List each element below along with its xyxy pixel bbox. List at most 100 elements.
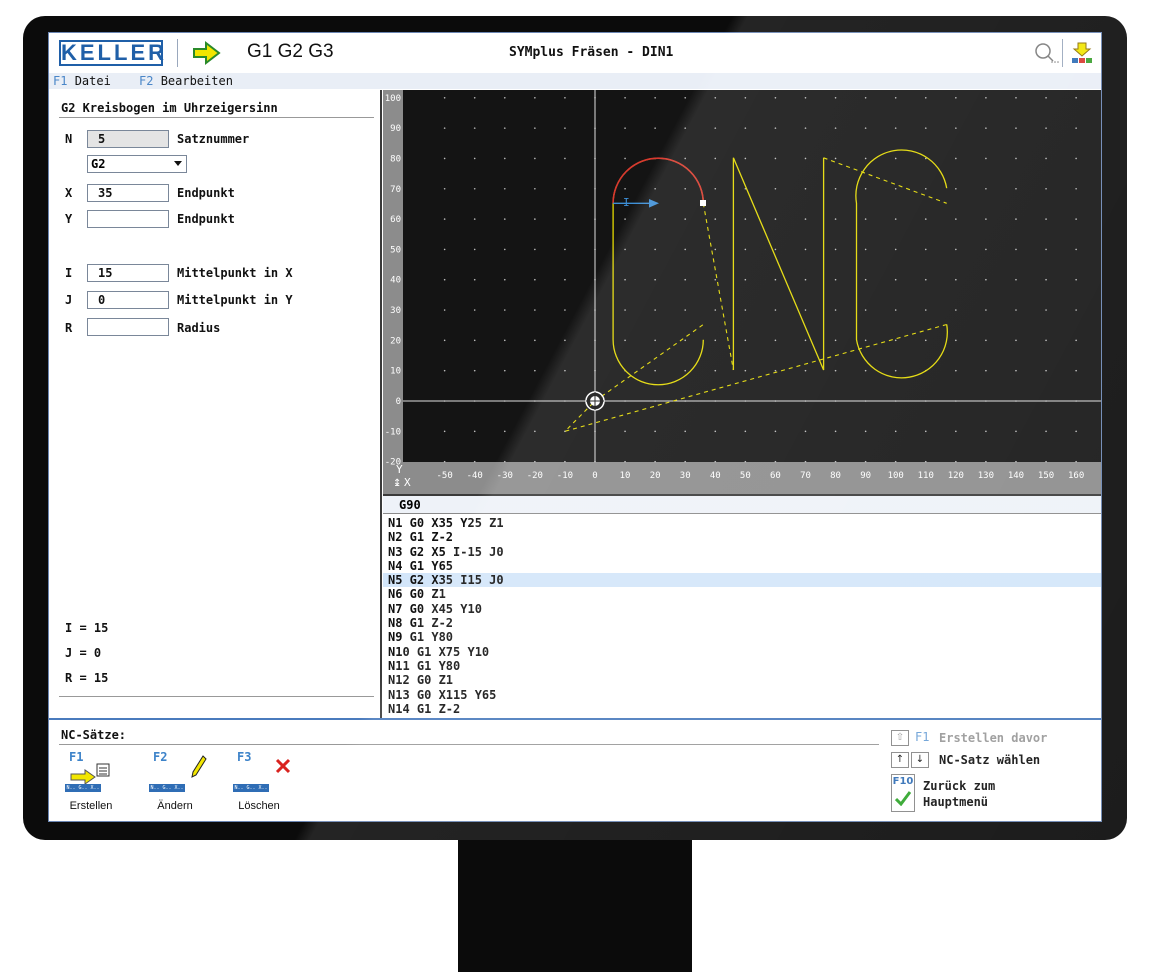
code-line[interactable]: N7 G0 X45 Y10 (383, 602, 1101, 616)
g-code-select[interactable]: G2 (87, 155, 187, 173)
grid-dot (1015, 187, 1017, 190)
arrow-up-icon[interactable]: ↑ (891, 752, 909, 768)
grid-dot (864, 369, 867, 372)
arrow-down-icon[interactable]: ↓ (911, 752, 929, 768)
grid-dot (894, 369, 897, 372)
field-n-desc: Satznummer (177, 132, 250, 146)
axis-ticks: -50 -40 -30 -20 -10 0 10 20 30 40 50 60 70 80 90 100 110… (385, 94, 1085, 481)
radius-field[interactable] (87, 318, 169, 336)
grid-dot (955, 248, 957, 251)
grid-dot (744, 369, 747, 372)
menu-bearbeiten[interactable]: F2 Bearbeiten (139, 73, 233, 89)
y-tick-label: 100 (385, 94, 401, 104)
grid-dot (714, 127, 717, 129)
field-j-desc: Mittelpunkt in Y (177, 293, 293, 307)
grid-dot (955, 339, 957, 342)
grid-dot (1045, 97, 1047, 99)
code-line[interactable]: N10 G1 X75 Y10 (383, 645, 1101, 659)
code-line[interactable]: N4 G1 Y65 (383, 559, 1101, 573)
softkey-f3-label: Löschen (238, 800, 280, 812)
create-before-label[interactable]: Erstellen davor (939, 731, 1047, 745)
result-r: R = 15 (65, 671, 109, 685)
code-line[interactable]: N5 G2 X35 I15 J0 (383, 573, 1101, 588)
grid-dot (804, 460, 807, 463)
grid-dot (985, 127, 987, 129)
grid-dot (1045, 369, 1047, 372)
grid-dot (684, 187, 687, 190)
grid-dot (774, 369, 777, 372)
axis-label-x: X (404, 476, 411, 489)
code-line[interactable]: N12 G0 Z1 (383, 673, 1101, 687)
grid-dot (443, 127, 446, 129)
grid-dot (714, 187, 717, 190)
grid-dot (714, 309, 717, 311)
y-endpoint-field[interactable] (87, 210, 169, 228)
softkey-erstellen[interactable]: F1 N.. G.. X.. Y.. Erstellen (61, 750, 131, 820)
grid-dot (624, 187, 626, 190)
grid-dot (834, 430, 837, 433)
search-icon[interactable] (1033, 41, 1059, 65)
code-line[interactable]: N3 G2 X5 I-15 J0 (383, 545, 1101, 559)
nc-code-list[interactable]: G90 N1 G0 X35 Y25 Z1 N2 G1 Z-2 N3 G2 X5 I-… (383, 494, 1101, 718)
grid-dot (955, 97, 957, 99)
code-line[interactable]: N14 G1 Z-2 (383, 702, 1101, 716)
i-center-field[interactable]: 15 (87, 264, 169, 282)
control-menu-icon[interactable] (1069, 40, 1095, 66)
grid-dot (684, 127, 687, 129)
x-tick-label: 130 (978, 471, 994, 481)
code-line[interactable]: N11 G1 Y80 (383, 659, 1101, 673)
grid-dot (534, 460, 536, 463)
grid-dot (894, 97, 897, 99)
grid-dot (564, 339, 566, 342)
grid-dot (684, 157, 687, 160)
code-line[interactable]: N2 G1 Z-2 (383, 530, 1101, 544)
create-before-key: F1 (915, 730, 930, 744)
softkey-aendern[interactable]: F2 N.. G.. X.. Y.. Ändern (145, 750, 215, 820)
grid-dot (924, 187, 927, 190)
grid-dot (804, 157, 807, 160)
code-line[interactable]: N8 G1 Z-2 (383, 616, 1101, 630)
grid-dot (864, 187, 867, 190)
grid-dot (924, 97, 927, 99)
grid-dot (924, 339, 927, 342)
menu-datei[interactable]: F1 Datei (53, 73, 111, 89)
softkey-loeschen[interactable]: F3 N.. G.. X.. Y.. Löschen (229, 750, 299, 820)
grid-dot (534, 430, 536, 433)
current-position-marker (700, 200, 706, 206)
grid-dot (1015, 278, 1017, 281)
y-tick-label: 70 (390, 185, 401, 195)
keller-logo: KELLER (59, 40, 167, 66)
grid-dot (894, 218, 897, 220)
j-center-field[interactable]: 0 (87, 291, 169, 309)
grid-dot (774, 278, 777, 281)
grid-dot (443, 248, 446, 251)
x-tick-label: -20 (527, 471, 543, 481)
origin-marker (585, 391, 605, 411)
x-tick-label: 140 (1008, 471, 1024, 481)
back-button[interactable]: F10 (891, 774, 915, 812)
grid-dot (1015, 218, 1017, 220)
grid-dot (834, 187, 837, 190)
code-line[interactable]: N6 G0 Z1 (383, 587, 1101, 601)
code-line[interactable]: N13 G0 X115 Y65 (383, 688, 1101, 702)
grid-dot (804, 309, 807, 311)
grid-dot (894, 430, 897, 433)
grid-dot (744, 248, 747, 251)
grid-dot (1015, 157, 1017, 160)
code-line[interactable]: N9 G1 Y80 (383, 630, 1101, 644)
grid-dot (804, 278, 807, 281)
grid-dot (443, 369, 446, 372)
grid-dot (443, 187, 446, 190)
grid-dot (624, 248, 626, 251)
grid-dot (834, 157, 837, 160)
code-line[interactable]: N1 G0 X35 Y25 Z1 (383, 516, 1101, 530)
x-endpoint-field[interactable]: 35 (87, 184, 169, 202)
grid-dot (955, 309, 957, 311)
grid-dot (1045, 218, 1047, 220)
grid-dot (1075, 278, 1077, 281)
grid-dot (714, 157, 717, 160)
grid-dot (1045, 187, 1047, 190)
grid-dot (473, 339, 476, 342)
grid-dot (473, 460, 476, 463)
grid-dot (503, 369, 506, 372)
